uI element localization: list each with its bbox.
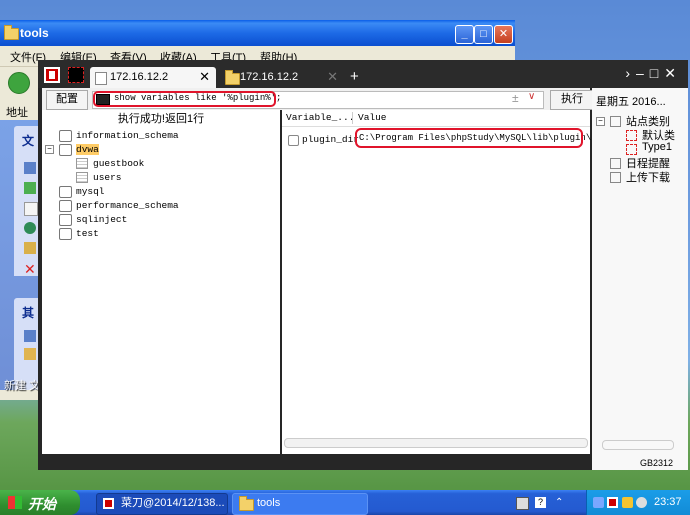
tree-db-performance-schema[interactable]: performance_schema: [76, 200, 179, 211]
task-icon[interactable]: [24, 330, 36, 342]
address-label: 地址: [6, 107, 28, 119]
tab-bar: 172.16.12.2 ✕ 172.16.12.2 ✕ + ›–□✕: [38, 60, 688, 88]
date-label: 星期五 2016...: [596, 96, 666, 108]
database-icon: [59, 214, 72, 226]
explorer-task-pane: 文 ✕ 其: [0, 120, 40, 390]
row-checkbox[interactable]: [288, 135, 299, 146]
window-controls[interactable]: ›–□✕: [625, 65, 682, 82]
new-tab-button[interactable]: +: [350, 68, 359, 85]
grid-header: Variable_... Value: [282, 110, 590, 127]
explorer-title: tools: [20, 26, 49, 40]
side-item-upload-download[interactable]: 上传下载: [626, 169, 670, 185]
task-group-1-title[interactable]: 文: [22, 132, 34, 149]
value-highlight-box: [355, 128, 583, 148]
cell-variable-name[interactable]: plugin_dir: [302, 134, 359, 145]
horizontal-scrollbar[interactable]: [602, 440, 674, 450]
help-icon[interactable]: ?: [535, 497, 546, 508]
document-icon: [95, 72, 107, 85]
plus-minus-icon[interactable]: ±: [512, 91, 519, 105]
column-divider[interactable]: [352, 112, 353, 124]
column-header-value[interactable]: Value: [358, 112, 387, 123]
task-icon[interactable]: [24, 162, 36, 174]
caidao-window: 172.16.12.2 ✕ 172.16.12.2 ✕ + ›–□✕ 配置 sh…: [38, 60, 688, 470]
side-item-type1[interactable]: Type1: [642, 141, 672, 153]
task-icon[interactable]: [24, 182, 36, 194]
database-tree: 执行成功!返回1行 information_schema − dvwa gues…: [42, 110, 280, 454]
taskbar: 开始 菜刀@2014/12/138... tools ? ⌃ 23:37: [0, 490, 690, 515]
database-icon: [59, 228, 72, 240]
status-text: 执行成功!返回1行: [117, 113, 205, 125]
tree-db-mysql[interactable]: mysql: [76, 186, 105, 197]
minimize-button[interactable]: _: [455, 25, 474, 44]
shield-icon[interactable]: [622, 497, 633, 508]
delete-icon[interactable]: ✕: [24, 262, 36, 276]
chevron-down-icon[interactable]: ∨: [528, 91, 535, 102]
tab-label: 172.16.12.2: [110, 71, 169, 83]
command-bar: 配置 show variables like '%plugin%'; ± ∨ 执…: [42, 88, 594, 110]
maximize-button[interactable]: □: [474, 25, 493, 44]
table-icon: [76, 172, 88, 183]
tree-db-information-schema[interactable]: information_schema: [76, 130, 179, 141]
taskbar-item-caidao[interactable]: 菜刀@2014/12/138...: [96, 493, 228, 515]
task-icon[interactable]: [24, 242, 36, 254]
task-group-2-title[interactable]: 其: [22, 304, 34, 321]
close-button[interactable]: ✕: [494, 25, 513, 44]
tab-active[interactable]: 172.16.12.2 ✕: [90, 67, 216, 88]
category-icon: [610, 116, 621, 127]
pin-icon[interactable]: ⌃: [555, 497, 566, 508]
category-icon: [626, 130, 637, 141]
database-icon: [59, 200, 72, 212]
execute-button[interactable]: 执行: [550, 90, 594, 110]
tree-db-sqlinject[interactable]: sqlinject: [76, 214, 127, 225]
folder-icon: [225, 70, 240, 85]
folder-icon: [4, 25, 19, 40]
folder-icon: [239, 496, 254, 511]
tree-db-dvwa[interactable]: dvwa: [76, 144, 99, 155]
tray-icon[interactable]: [593, 497, 604, 508]
start-label: 开始: [28, 496, 56, 512]
upload-icon: [610, 172, 621, 183]
side-panel: 星期五 2016... − 站点类别 默认类 Type1 日程提醒 上传下载 G…: [592, 88, 688, 470]
keyboard-icon[interactable]: [516, 497, 529, 510]
tab-inactive[interactable]: 172.16.12.2 ✕: [220, 67, 344, 88]
app-logo-icon: [44, 67, 60, 83]
tree-table-guestbook[interactable]: guestbook: [93, 158, 144, 169]
horizontal-scrollbar[interactable]: [284, 438, 588, 448]
windows-logo-icon: [8, 496, 22, 509]
taskbar-item-tools[interactable]: tools: [232, 493, 368, 515]
app-logo-icon: [103, 498, 114, 509]
tree-table-users[interactable]: users: [93, 172, 122, 183]
clock[interactable]: 23:37: [654, 496, 682, 508]
table-icon: [76, 158, 88, 169]
tab-label: 172.16.12.2: [240, 71, 299, 83]
database-icon: [59, 130, 72, 142]
tree-db-test[interactable]: test: [76, 228, 99, 239]
tab-close-icon[interactable]: ✕: [199, 67, 210, 87]
encoding-label[interactable]: GB2312: [640, 458, 673, 468]
app-menu-icon[interactable]: [68, 67, 84, 83]
explorer-titlebar[interactable]: tools _ □ ✕: [0, 20, 515, 46]
speaker-icon[interactable]: [636, 497, 647, 508]
calendar-icon: [610, 158, 621, 169]
collapse-icon[interactable]: −: [596, 117, 605, 126]
taskbar-item-label: 菜刀@2014/12/138...: [121, 497, 225, 509]
collapse-icon[interactable]: −: [45, 145, 54, 154]
category-icon: [626, 144, 637, 155]
task-icon[interactable]: [24, 202, 38, 216]
database-icon: [59, 186, 72, 198]
globe-icon[interactable]: [24, 222, 36, 234]
start-button[interactable]: 开始: [0, 490, 80, 515]
tab-close-icon[interactable]: ✕: [327, 67, 338, 87]
result-grid: Variable_... Value plugin_dir C:\Program…: [282, 110, 591, 454]
folder-icon[interactable]: [24, 348, 36, 360]
config-button[interactable]: 配置: [46, 90, 88, 110]
database-icon: [59, 144, 72, 156]
app-logo-icon[interactable]: [607, 497, 618, 508]
column-header-variable[interactable]: Variable_...: [286, 112, 354, 123]
sql-highlight-box: [93, 91, 276, 107]
back-arrow-icon[interactable]: [8, 72, 30, 94]
taskbar-item-label: tools: [257, 497, 281, 509]
